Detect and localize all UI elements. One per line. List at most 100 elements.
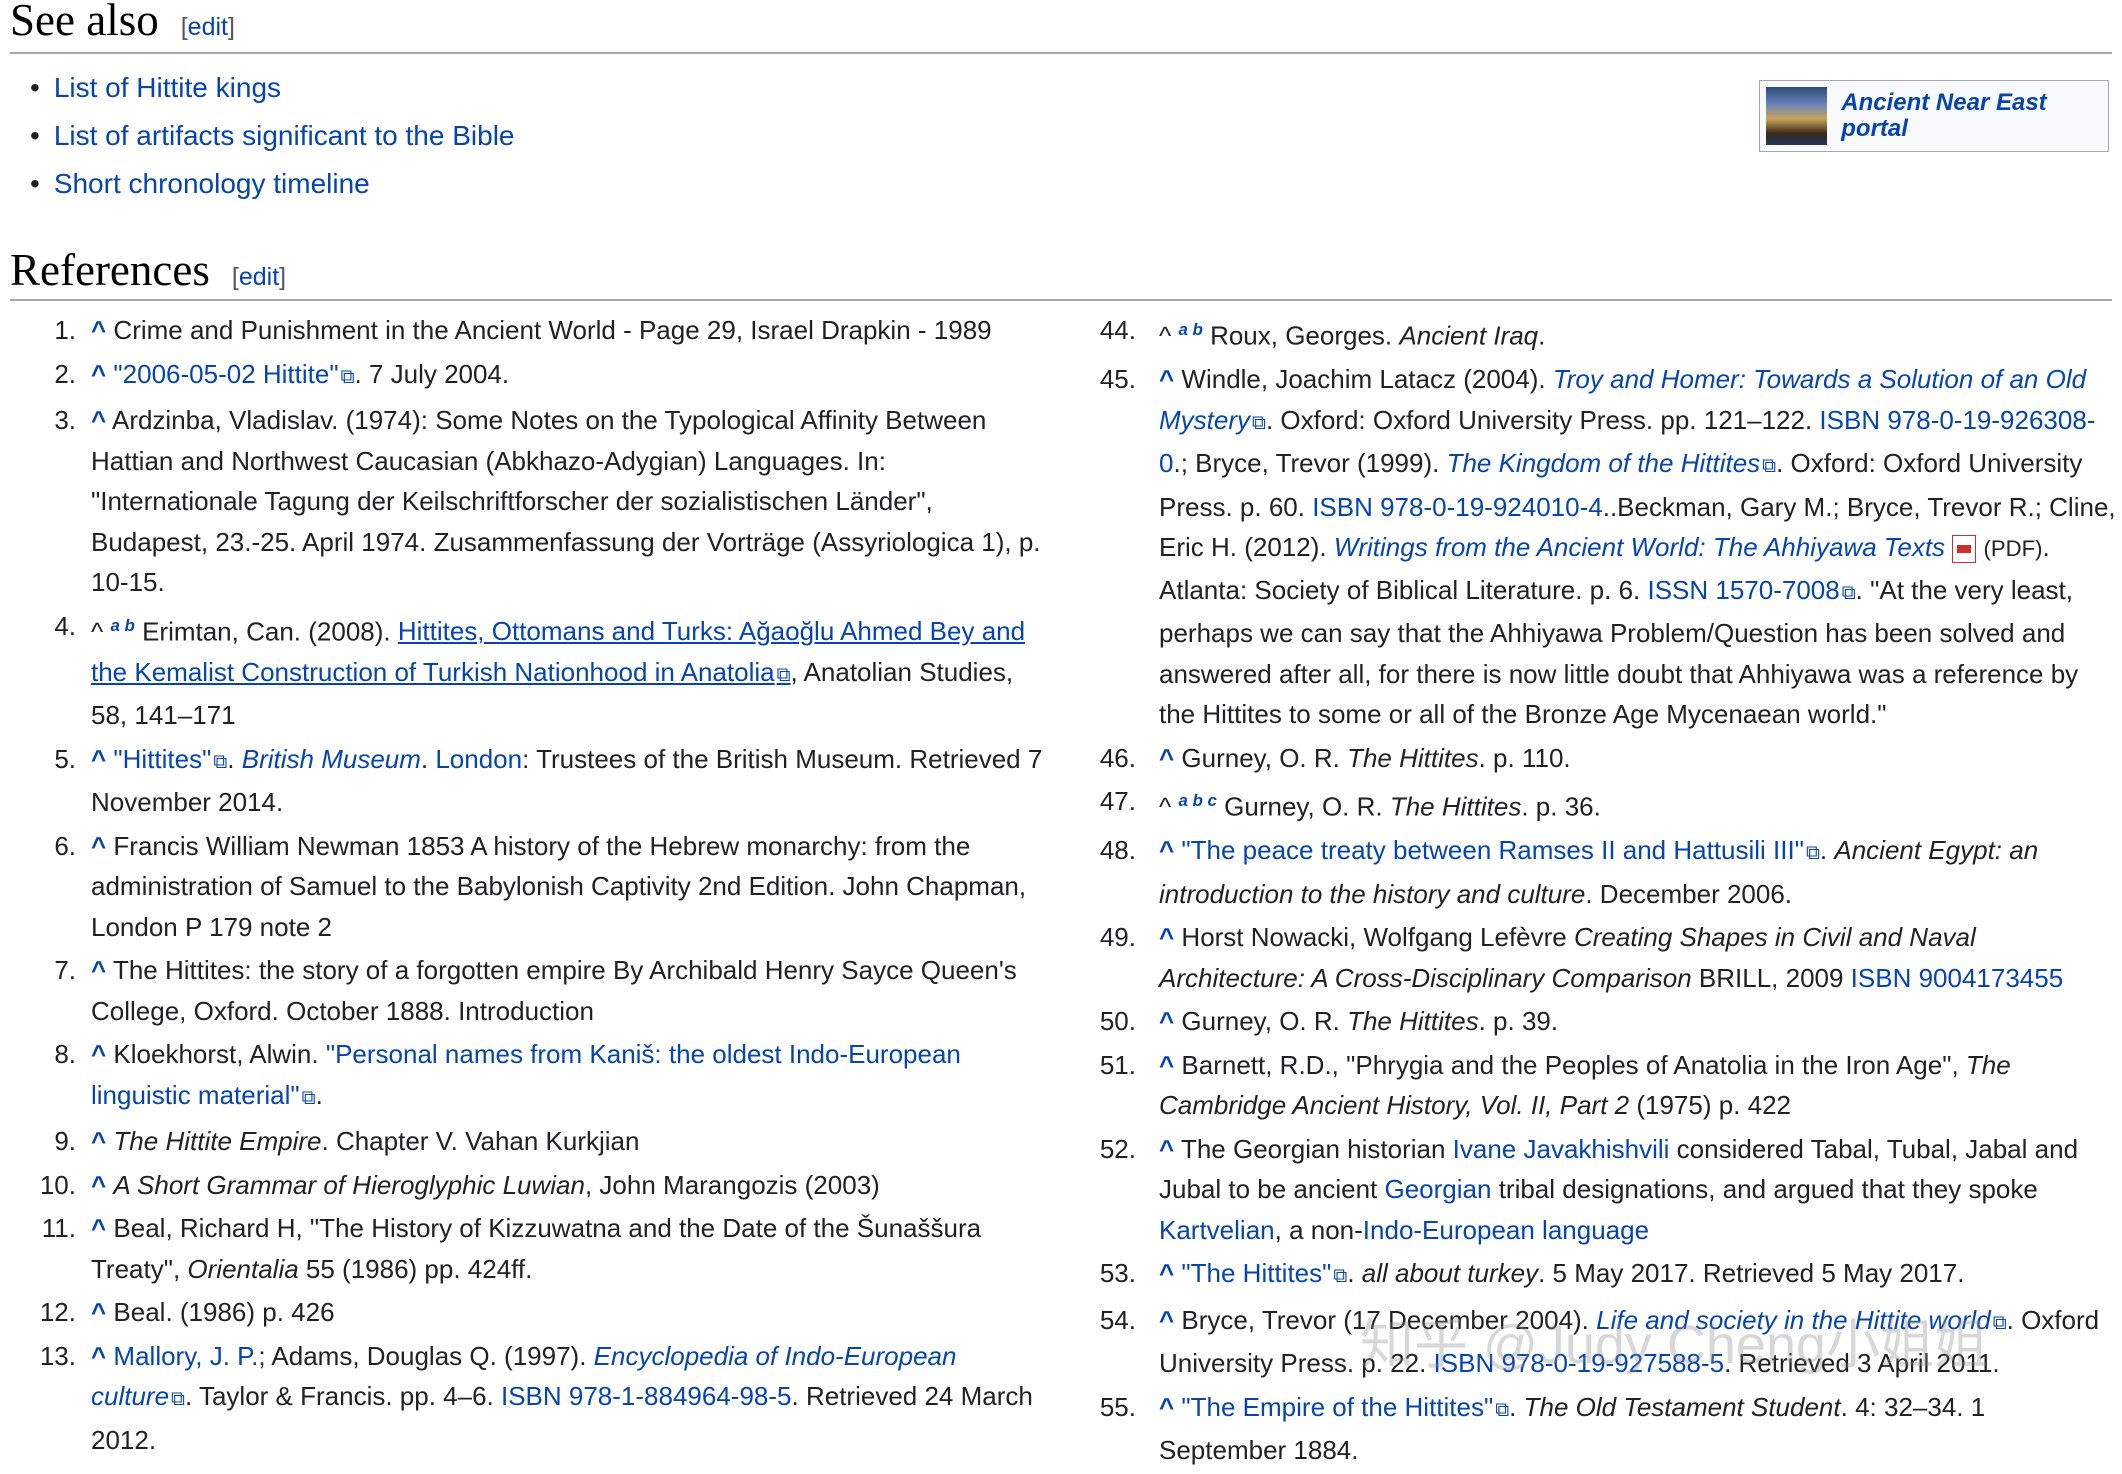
reference-link[interactable]: ISBN 978-0-19-924010-4 [1312, 492, 1603, 522]
reference-link[interactable]: Hittites, Ottomans and Turks: Ağaoğlu Ah… [91, 616, 1025, 687]
reference-item: 10. ^ A Short Grammar of Hieroglyphic Luw… [26, 1165, 1046, 1206]
reference-number: 2. [54, 358, 76, 389]
reference-number: 49. [1099, 922, 1136, 953]
backlink-caret[interactable]: ^ [1159, 1006, 1174, 1036]
reference-link[interactable]: Writings from the Ancient World: The Ahh… [1334, 532, 1945, 562]
backlink-letters[interactable]: a b [1178, 320, 1202, 339]
reference-link[interactable]: "The peace treaty between Ramses II and … [1181, 835, 1819, 865]
reference-number: 45. [1099, 364, 1136, 395]
backlink-caret[interactable]: ^ [91, 405, 106, 435]
reference-item: 2.^ "2006-05-02 Hittite". 7 July 2004. [26, 354, 1046, 398]
backlink-caret[interactable]: ^ [1159, 1134, 1174, 1164]
reference-link[interactable]: Georgian [1385, 1174, 1492, 1204]
section-title: References [10, 245, 210, 295]
backlink-caret[interactable]: ^ [1159, 1050, 1174, 1080]
reference-number: 55. [1099, 1391, 1136, 1422]
backlink-caret[interactable]: ^ [91, 955, 106, 985]
reference-item: 13. ^ Mallory, J. P.; Adams, Douglas Q. (… [26, 1336, 1046, 1461]
reference-link[interactable]: Ivane Javakhishvili [1453, 1134, 1670, 1164]
list-item: List of Hittite kings [30, 64, 515, 112]
backlink-caret[interactable]: ^ [91, 1039, 106, 1069]
reference-item: 52. ^ The Georgian historian Ivane Javakh… [1086, 1129, 2116, 1251]
backlink-letters[interactable]: a b c [1178, 791, 1217, 810]
reference-link[interactable]: ISBN 978-1-884964-98-5 [501, 1381, 792, 1411]
portal-link[interactable]: Ancient Near East portal [1841, 90, 2108, 142]
reference-number: 1. [54, 315, 76, 345]
reference-number: 47. [1099, 786, 1136, 817]
backlink-caret[interactable]: ^ [1159, 364, 1174, 394]
reference-link[interactable]: "The Hittites" [1181, 1258, 1347, 1288]
backlink-caret[interactable]: ^ [91, 359, 106, 389]
backlink-caret[interactable]: ^ [91, 1126, 106, 1156]
reference-link[interactable]: The Kingdom of the Hittites [1447, 448, 1777, 478]
reference-number: 13. [39, 1340, 76, 1371]
reference-item: 50. ^ Gurney, O. R. The Hittites. p. 39. [1086, 1001, 2116, 1042]
backlink-caret[interactable]: ^ [1159, 922, 1174, 952]
reference-link[interactable]: "Personal names from Kaniš: the oldest I… [91, 1039, 961, 1110]
backlink-caret[interactable]: ^ [91, 315, 106, 345]
portal-thumbnail-icon[interactable] [1766, 87, 1828, 145]
watermark: 知乎 @Judy Cheng小姐姐 [1360, 1315, 1989, 1375]
section-title: See also [10, 0, 159, 45]
backlink-caret[interactable]: ^ [1159, 835, 1174, 865]
reference-number: 53. [1099, 1258, 1136, 1289]
references-heading: References [edit] [10, 244, 286, 296]
backlink-caret[interactable]: ^ [91, 1341, 106, 1371]
see-also-edit-link[interactable]: edit [188, 13, 228, 41]
edit-link-wrapper: [edit] [231, 263, 287, 291]
see-also-link-artifacts-bible[interactable]: List of artifacts significant to the Bib… [54, 120, 515, 151]
reference-link[interactable]: Kartvelian [1159, 1215, 1275, 1245]
reference-item: 51. ^ Barnett, R.D., "Phrygia and the Peo… [1086, 1045, 2116, 1126]
reference-item: 3. ^ Ardzinba, Vladislav. (1974): Some No… [26, 400, 1046, 603]
reference-item: 8. ^ Kloekhorst, Alwin. "Personal names f… [26, 1034, 1046, 1118]
see-also-list: List of Hittite kings List of artifacts … [30, 64, 515, 208]
references-edit-link[interactable]: edit [239, 263, 279, 291]
backlink-caret[interactable]: ^ [1159, 743, 1174, 773]
reference-item: 45. ^ Windle, Joachim Latacz (2004). Troy… [1086, 359, 2116, 735]
see-also-link-short-chronology[interactable]: Short chronology timeline [54, 168, 370, 199]
backlink-caret[interactable]: ^ [1159, 1258, 1174, 1288]
reference-link[interactable]: ISBN 9004173455 [1851, 963, 2064, 993]
see-also-link-hittite-kings[interactable]: List of Hittite kings [54, 72, 281, 103]
heading-rule [10, 299, 2112, 301]
reference-number: 7. [54, 955, 76, 986]
list-item: Short chronology timeline [30, 160, 515, 208]
backlink-caret[interactable]: ^ [1159, 1305, 1174, 1335]
backlink-caret[interactable]: ^ [1159, 1392, 1174, 1422]
reference-item: 46. ^ Gurney, O. R. The Hittites. p. 110. [1086, 738, 2116, 779]
reference-item: 6. ^ Francis William Newman 1853 A histor… [26, 826, 1046, 948]
portal-box[interactable]: Ancient Near East portal [1759, 80, 2109, 152]
see-also-heading: See also [edit] [10, 0, 235, 46]
reference-link[interactable]: Mallory, J. P. [113, 1341, 258, 1371]
backlink-caret: ^ [91, 616, 104, 647]
reference-number: 48. [1099, 835, 1136, 866]
reference-item: 55.^ "The Empire of the Hittites". The O… [1086, 1387, 2116, 1471]
reference-item: 7. ^ The Hittites: the story of a forgott… [26, 950, 1046, 1031]
backlink-caret[interactable]: ^ [91, 831, 106, 861]
reference-link[interactable]: ISSN 1570-7008 [1647, 575, 1855, 605]
reference-item: 47. ^ a b c Gurney, O. R. The Hittites. p… [1086, 781, 2116, 827]
reference-number: 8. [54, 1039, 76, 1070]
reference-link[interactable]: London [435, 744, 522, 774]
reference-link[interactable]: "The Empire of the Hittites" [1181, 1392, 1509, 1422]
reference-link[interactable]: Indo-European language [1363, 1215, 1649, 1245]
reference-item: 5.^ "Hittites". British Museum. London: … [26, 739, 1046, 823]
backlink-letters[interactable]: a b [110, 616, 134, 635]
backlink-caret[interactable]: ^ [91, 1170, 106, 1200]
heading-rule [10, 52, 2112, 54]
reference-number: 11. [41, 1213, 76, 1244]
backlink-caret[interactable]: ^ [91, 1213, 106, 1243]
references-list-left: 1. ^ Crime and Punishment in the Ancient … [26, 310, 1046, 1463]
reference-item: 1. ^ Crime and Punishment in the Ancient … [26, 310, 1046, 351]
reference-link[interactable]: British Museum [242, 744, 421, 774]
reference-item: 4. ^ a b Erimtan, Can. (2008). Hittites, … [26, 606, 1046, 736]
reference-number: 12. [39, 1297, 76, 1328]
reference-number: 51. [1099, 1049, 1136, 1080]
reference-item: 49. ^ Horst Nowacki, Wolfgang Lefèvre Cre… [1086, 917, 2116, 998]
backlink-caret[interactable]: ^ [91, 744, 106, 774]
reference-link[interactable]: "Hittites" [113, 744, 227, 774]
backlink-caret[interactable]: ^ [91, 1297, 106, 1327]
reference-number: 5. [54, 743, 76, 774]
reference-item: 9. ^ The Hittite Empire. Chapter V. Vahan… [26, 1121, 1046, 1162]
reference-link[interactable]: "2006-05-02 Hittite" [113, 359, 354, 389]
